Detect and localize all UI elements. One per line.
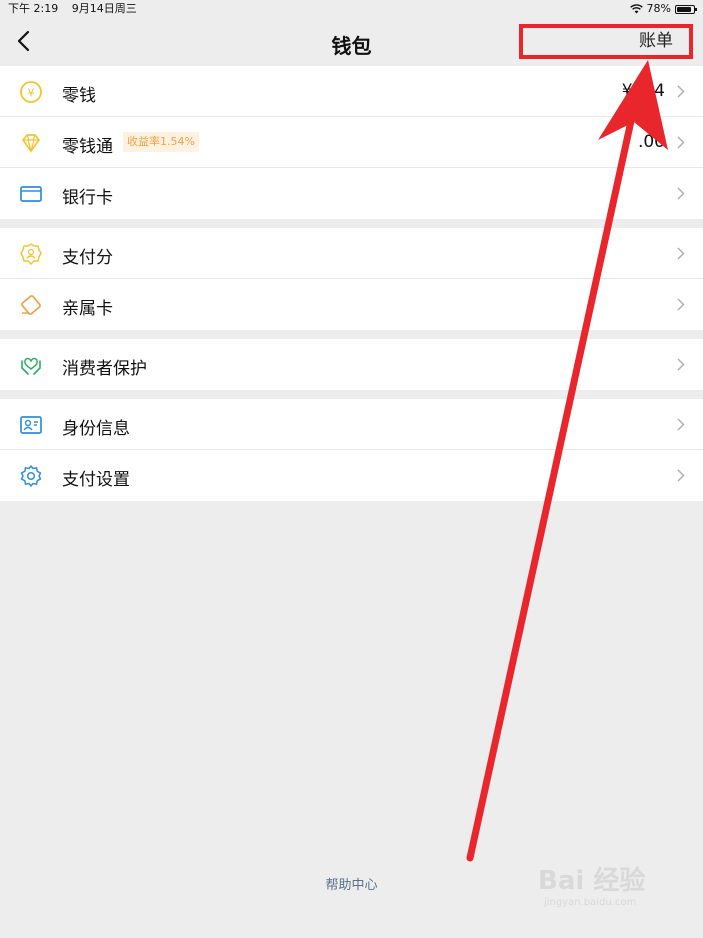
- chevron-right-icon: [677, 85, 685, 98]
- list-item-label: 零钱: [62, 86, 96, 106]
- wallet-group-protection: 消费者保护: [0, 339, 703, 390]
- battery-icon: [675, 4, 697, 14]
- list-item-bank-card[interactable]: 银行卡: [0, 168, 703, 219]
- list-item-label: 消费者保护: [62, 359, 147, 379]
- protect-hands-icon: [21, 357, 41, 375]
- chevron-right-icon: [677, 298, 685, 311]
- list-item-identity-info[interactable]: 身份信息: [0, 399, 703, 450]
- list-item-family-card[interactable]: 亲属卡: [0, 279, 703, 330]
- licaitong-balance: .00: [637, 132, 665, 152]
- list-item-label: 支付设置: [62, 470, 130, 490]
- chevron-right-icon: [677, 247, 685, 260]
- settings-gear-icon: [20, 465, 42, 487]
- status-time: 下午 2:19: [8, 2, 59, 15]
- status-bar: 下午 2:19 9月14日周三 78%: [0, 0, 703, 18]
- chevron-right-icon: [677, 469, 685, 482]
- wallet-group-credit: 支付分 亲属卡: [0, 228, 703, 330]
- wifi-icon: [629, 4, 643, 14]
- list-item-label: 身份信息: [62, 419, 130, 439]
- nav-bar: 钱包 账单: [0, 18, 703, 66]
- bill-button[interactable]: 账单: [519, 24, 693, 59]
- chevron-right-icon: [677, 418, 685, 431]
- id-card-icon: [20, 416, 42, 434]
- wallet-group-balance: ¥ 零钱 ¥9 .4 零钱通 收益率1.54% .00 银行卡: [0, 66, 703, 219]
- change-balance: ¥9 .4: [621, 81, 665, 101]
- list-item-consumer-protection[interactable]: 消费者保护: [0, 339, 703, 390]
- badge-icon: [20, 243, 42, 265]
- list-item-label: 亲属卡: [62, 299, 113, 319]
- bank-card-icon: [20, 186, 42, 202]
- watermark-brand: Bai 经验: [538, 866, 646, 896]
- yuan-coin-icon: ¥: [20, 81, 42, 103]
- chevron-right-icon: [677, 187, 685, 200]
- status-date: 9月14日周三: [71, 2, 137, 15]
- svg-text:¥: ¥: [28, 87, 35, 100]
- list-item-change[interactable]: ¥ 零钱 ¥9 .4: [0, 66, 703, 117]
- list-item-licaitong[interactable]: 零钱通 收益率1.54% .00: [0, 117, 703, 168]
- wallet-group-settings: 身份信息 支付设置: [0, 399, 703, 501]
- diamond-icon: [22, 134, 40, 154]
- list-item-label: 支付分: [62, 248, 113, 268]
- watermark: Bai 经验 jingyan.baidu.com: [538, 860, 645, 908]
- list-item-label: 零钱通: [62, 137, 113, 157]
- list-item-pay-score[interactable]: 支付分: [0, 228, 703, 279]
- list-item-payment-settings[interactable]: 支付设置: [0, 450, 703, 501]
- list-item-label: 银行卡: [62, 188, 113, 208]
- family-card-icon: [21, 295, 41, 315]
- battery-percent: 78%: [646, 2, 671, 15]
- chevron-right-icon: [677, 136, 685, 149]
- yield-rate-badge: 收益率1.54%: [123, 132, 199, 152]
- chevron-right-icon: [677, 358, 685, 371]
- watermark-url: jingyan.baidu.com: [544, 897, 637, 908]
